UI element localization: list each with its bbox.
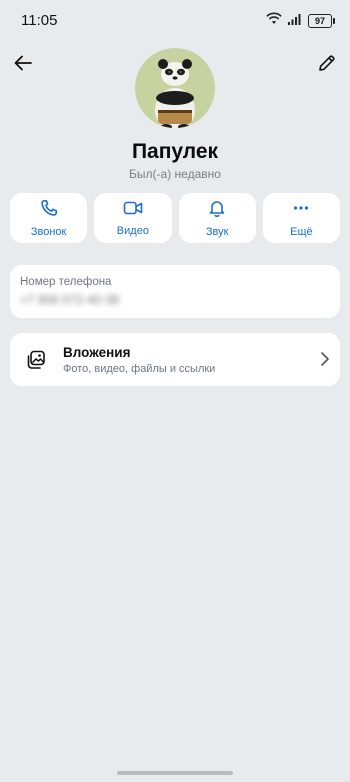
gallery-icon	[26, 350, 46, 375]
battery-level: 97	[314, 15, 325, 26]
profile-name: Папулек	[131, 140, 219, 163]
status-time: 11:05	[21, 12, 58, 29]
video-button[interactable]: Видео	[94, 193, 172, 243]
signal-icon	[288, 12, 302, 30]
edit-button[interactable]	[314, 52, 340, 78]
bell-icon	[208, 199, 226, 222]
phone-caption: Номер телефона	[20, 276, 112, 288]
panda-avatar-icon	[135, 59, 215, 128]
call-label: Звонок	[30, 225, 67, 238]
status-bar: 11:05 97	[0, 0, 350, 40]
chevron-right-icon	[320, 351, 330, 372]
call-button[interactable]: Звонок	[10, 193, 88, 243]
back-button[interactable]	[10, 52, 36, 78]
wifi-icon	[266, 12, 282, 30]
sound-button[interactable]: Звук	[178, 193, 256, 243]
avatar[interactable]	[135, 48, 215, 128]
sound-label: Звук	[205, 225, 229, 238]
arrow-left-icon	[14, 55, 32, 76]
home-indicator[interactable]	[117, 771, 233, 775]
status-icons: 97	[266, 12, 335, 30]
more-dots-icon	[292, 199, 310, 222]
more-button[interactable]: Ещё	[262, 193, 340, 243]
attachments-card[interactable]: Вложения Фото, видео, файлы и ссылки	[10, 333, 340, 386]
video-camera-icon	[123, 200, 143, 221]
pencil-icon	[318, 54, 336, 77]
phone-card[interactable]: Номер телефона +7 906 072-40-38	[10, 265, 340, 318]
battery-icon: 97	[308, 14, 335, 28]
attachments-subtitle: Фото, видео, файлы и ссылки	[63, 363, 216, 375]
action-row: Звонок Видео Звук Ещё	[10, 193, 340, 243]
attachments-title: Вложения	[63, 345, 131, 360]
more-label: Ещё	[290, 225, 313, 238]
video-label: Видео	[116, 224, 149, 237]
phone-value[interactable]: +7 906 072-40-38	[20, 293, 119, 307]
profile-status: Был(-а) недавно	[129, 167, 221, 181]
phone-icon	[40, 199, 58, 222]
